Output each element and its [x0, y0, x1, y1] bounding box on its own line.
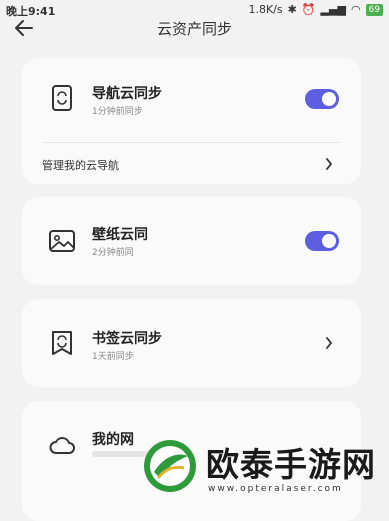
nav-sync-card: 导航云同步 1分钟前同步 管理我的云导航: [22, 58, 361, 184]
wallpaper-sync-toggle[interactable]: [305, 231, 339, 251]
bookmark-sync-time: 1天前同步: [92, 352, 134, 362]
manage-nav-label: 管理我的云导航: [42, 159, 119, 172]
wallpaper-sync-name: 壁纸云同: [92, 227, 148, 243]
nav-sync-time: 1分钟前同步: [92, 107, 143, 117]
watermark-url: www.opteralaser.com: [208, 484, 343, 494]
watermark-logo: [144, 440, 196, 492]
header: 云资产同步: [0, 14, 389, 42]
watermark-text: 欧泰手游网: [206, 445, 376, 484]
cloud-drive-name: 我的网: [92, 432, 134, 448]
nav-sync-toggle[interactable]: [305, 89, 339, 109]
manage-nav-row[interactable]: 管理我的云导航: [22, 143, 361, 184]
image-icon: [49, 230, 75, 252]
toggle-knob: [322, 234, 336, 248]
cloud-icon: [49, 437, 75, 454]
wallpaper-sync-time: 2分钟前同: [92, 248, 134, 258]
chevron-right-icon: [326, 158, 333, 170]
bookmark-sync-card[interactable]: 书签云同步 1天前同步: [22, 299, 361, 387]
bookmark-sync-icon: [52, 331, 72, 355]
wallpaper-sync-card: 壁纸云同 2分钟前同: [22, 197, 361, 285]
page-title: 云资产同步: [156, 20, 232, 38]
watermark: 欧泰手游网 www.opteralaser.com: [134, 432, 389, 503]
nav-sync-name: 导航云同步: [92, 86, 162, 102]
chevron-right-icon: [326, 337, 333, 349]
bookmark-sync-name: 书签云同步: [92, 331, 162, 347]
nav-sync-row: 导航云同步 1分钟前同步: [22, 58, 361, 140]
sync-phone-icon: [52, 85, 72, 111]
toggle-knob: [322, 92, 336, 106]
